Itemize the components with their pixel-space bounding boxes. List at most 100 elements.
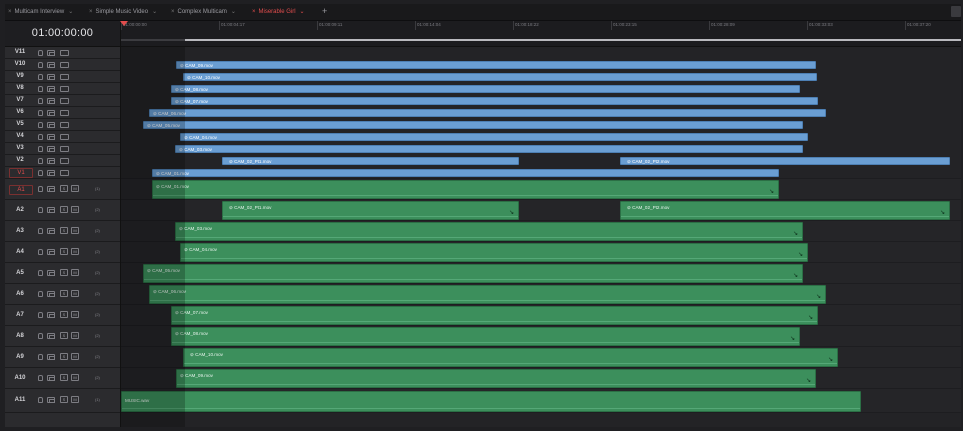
playhead-icon[interactable]: [120, 21, 129, 27]
monitor-icon[interactable]: [60, 122, 69, 128]
audio-clip[interactable]: ⊘ CAM_07.mov ↘: [171, 306, 818, 325]
track-header-v4[interactable]: V4: [5, 131, 120, 143]
track-header-v9[interactable]: V9: [5, 71, 120, 83]
fade-icon[interactable]: ↘: [509, 210, 514, 216]
solo-icon[interactable]: S: [60, 227, 68, 234]
solo-icon[interactable]: S: [60, 269, 68, 276]
mute-icon[interactable]: M: [71, 185, 79, 192]
track-header-a3[interactable]: A3 S M (2): [5, 221, 120, 242]
mute-icon[interactable]: M: [71, 396, 79, 403]
audio-clip[interactable]: ⊘ CAM_05.mov ↘: [143, 264, 803, 283]
mute-icon[interactable]: M: [71, 206, 79, 213]
auto-select-icon[interactable]: [47, 228, 55, 234]
lock-icon[interactable]: [38, 74, 43, 80]
auto-select-icon[interactable]: [47, 146, 55, 152]
auto-select-icon[interactable]: [47, 122, 55, 128]
lock-icon[interactable]: [38, 291, 43, 297]
track-header-a6[interactable]: A6 S M (2): [5, 284, 120, 305]
fade-icon[interactable]: ↘: [806, 378, 811, 384]
tab-simple-music-video[interactable]: × Simple Music Video ⌄: [89, 4, 157, 20]
monitor-icon[interactable]: [60, 110, 69, 116]
auto-select-icon[interactable]: [47, 207, 55, 213]
mute-icon[interactable]: M: [71, 332, 79, 339]
audio-clip[interactable]: ⊘ CAM_08.mov ↘: [171, 327, 800, 346]
fade-icon[interactable]: ↘: [790, 336, 795, 342]
lock-icon[interactable]: [38, 122, 43, 128]
mute-icon[interactable]: M: [71, 374, 79, 381]
fade-icon[interactable]: ↘: [793, 231, 798, 237]
video-clip[interactable]: ⊘ CAM_08.mov: [171, 85, 800, 93]
auto-select-icon[interactable]: [47, 291, 55, 297]
monitor-icon[interactable]: [60, 98, 69, 104]
lock-icon[interactable]: [38, 158, 43, 164]
audio-clip[interactable]: ⊘ CAM_01.mov ↘: [152, 180, 779, 199]
solo-icon[interactable]: S: [60, 374, 68, 381]
fade-icon[interactable]: ↘: [798, 252, 803, 258]
solo-icon[interactable]: S: [60, 248, 68, 255]
track-header-v2[interactable]: V2: [5, 155, 120, 167]
fade-icon[interactable]: ↘: [793, 273, 798, 279]
track-header-a10[interactable]: A10 S M (2): [5, 368, 120, 389]
lock-icon[interactable]: [38, 170, 43, 176]
timeline-tracks[interactable]: ⊘ CAM_09.mov ⊘ CAM_10.mov ⊘ CAM_08.mov ⊘…: [121, 47, 961, 427]
monitor-icon[interactable]: [60, 62, 69, 68]
auto-select-icon[interactable]: [47, 134, 55, 140]
audio-clip[interactable]: ⊘ CAM_03.mov ↘: [175, 222, 803, 241]
track-header-a8[interactable]: A8 S M (2): [5, 326, 120, 347]
mute-icon[interactable]: M: [71, 353, 79, 360]
lock-icon[interactable]: [38, 375, 43, 381]
chevron-down-icon[interactable]: ⌄: [231, 9, 236, 15]
monitor-icon[interactable]: [60, 74, 69, 80]
mute-icon[interactable]: M: [71, 269, 79, 276]
lock-icon[interactable]: [38, 86, 43, 92]
auto-select-icon[interactable]: [47, 110, 55, 116]
solo-icon[interactable]: S: [60, 396, 68, 403]
auto-select-icon[interactable]: [47, 158, 55, 164]
auto-select-icon[interactable]: [47, 74, 55, 80]
solo-icon[interactable]: S: [60, 311, 68, 318]
close-icon[interactable]: ×: [89, 9, 93, 15]
mute-icon[interactable]: M: [71, 311, 79, 318]
close-icon[interactable]: ×: [252, 9, 256, 15]
auto-select-icon[interactable]: [47, 375, 55, 381]
chevron-down-icon[interactable]: ⌄: [300, 9, 305, 15]
lock-icon[interactable]: [38, 146, 43, 152]
solo-icon[interactable]: S: [60, 290, 68, 297]
mute-icon[interactable]: M: [71, 248, 79, 255]
track-header-v7[interactable]: V7: [5, 95, 120, 107]
lock-icon[interactable]: [38, 50, 43, 56]
auto-select-icon[interactable]: [47, 170, 55, 176]
track-header-a5[interactable]: A5 S M (2): [5, 263, 120, 284]
fade-icon[interactable]: ↘: [940, 210, 945, 216]
auto-select-icon[interactable]: [47, 249, 55, 255]
solo-icon[interactable]: S: [60, 185, 68, 192]
monitor-icon[interactable]: [60, 158, 69, 164]
track-header-v6[interactable]: V6: [5, 107, 120, 119]
fade-icon[interactable]: ↘: [808, 315, 813, 321]
lock-icon[interactable]: [38, 62, 43, 68]
track-header-v10[interactable]: V10: [5, 59, 120, 71]
monitor-icon[interactable]: [60, 170, 69, 176]
chevron-down-icon[interactable]: ⌄: [68, 9, 73, 15]
auto-select-icon[interactable]: [47, 50, 55, 56]
auto-select-icon[interactable]: [47, 354, 55, 360]
audio-clip[interactable]: ⊘ CAM_09.mov ↘: [176, 369, 816, 388]
monitor-icon[interactable]: [60, 50, 69, 56]
audio-clip[interactable]: ⊘ CAM_06.mov ↘: [149, 285, 826, 304]
solo-icon[interactable]: S: [60, 206, 68, 213]
fade-icon[interactable]: ↘: [816, 294, 821, 300]
tab-complex-multicam[interactable]: × Complex Multicam ⌄: [171, 4, 236, 20]
timeline-options-button[interactable]: [951, 6, 961, 17]
monitor-icon[interactable]: [60, 86, 69, 92]
video-clip[interactable]: ⊘ CAM_02_Pt2.mov: [620, 157, 950, 165]
video-clip[interactable]: ⊘ CAM_02_Pt1.mov: [222, 157, 519, 165]
tab-miserable-girl[interactable]: × Miserable Girl ⌄: [252, 4, 305, 20]
auto-select-icon[interactable]: [47, 333, 55, 339]
audio-clip[interactable]: ⊘ CAM_04.mov ↘: [180, 243, 808, 262]
lock-icon[interactable]: [38, 228, 43, 234]
track-header-a2[interactable]: A2 S M (2): [5, 200, 120, 221]
video-clip[interactable]: ⊘ CAM_04.mov: [180, 133, 808, 141]
fade-icon[interactable]: ↘: [828, 357, 833, 363]
lock-icon[interactable]: [38, 134, 43, 140]
mute-icon[interactable]: M: [71, 227, 79, 234]
